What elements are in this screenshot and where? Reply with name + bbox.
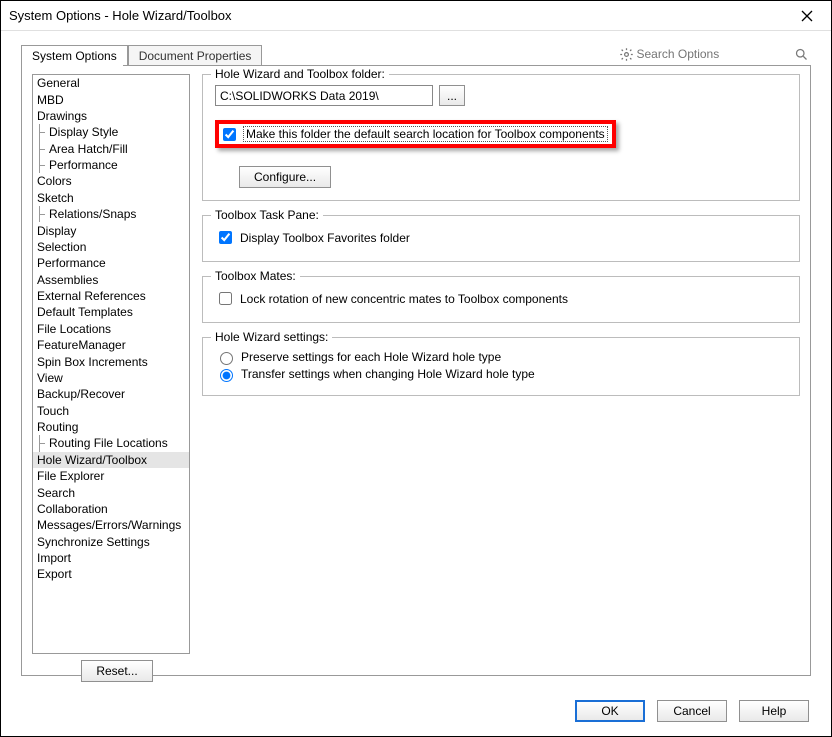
lock-rotation-label: Lock rotation of new concentric mates to… [240,292,568,306]
help-button[interactable]: Help [739,700,809,722]
toolbox-path-input[interactable] [215,85,433,106]
default-search-highlight: Make this folder the default search loca… [215,120,616,148]
close-button[interactable] [791,2,823,30]
sidebar-item[interactable]: Touch [33,403,189,419]
folder-group-legend: Hole Wizard and Toolbox folder: [211,67,389,81]
sidebar-item[interactable]: Performance [33,255,189,271]
tab-document-properties[interactable]: Document Properties [128,45,263,66]
sidebar-item[interactable]: Spin Box Increments [33,353,189,369]
sidebar-item[interactable]: File Explorer [33,468,189,484]
transfer-radio[interactable] [220,369,233,382]
folder-group: Hole Wizard and Toolbox folder: ... Make… [202,74,800,201]
client-area: System Options Document Properties Gener… [1,31,831,736]
tab-body: GeneralMBDDrawingsDisplay StyleArea Hatc… [21,66,811,676]
sidebar-item[interactable]: View [33,370,189,386]
sidebar-item[interactable]: Area Hatch/Fill [33,141,189,157]
preserve-radio[interactable] [220,352,233,365]
sidebar-item[interactable]: Synchronize Settings [33,534,189,550]
tab-system-options[interactable]: System Options [21,45,128,66]
mates-group: Toolbox Mates: Lock rotation of new conc… [202,276,800,323]
holewizard-group-legend: Hole Wizard settings: [211,330,332,344]
favorites-label: Display Toolbox Favorites folder [240,231,410,245]
search-icon [794,45,810,63]
sidebar-item[interactable]: Sketch [33,190,189,206]
sidebar-item[interactable]: Export [33,566,189,582]
ok-button[interactable]: OK [575,700,645,722]
sidebar-item[interactable]: Colors [33,173,189,189]
favorites-checkbox[interactable] [219,231,232,244]
search-box[interactable] [619,43,809,65]
transfer-label: Transfer settings when changing Hole Wiz… [241,367,535,381]
sidebar-item[interactable]: External References [33,288,189,304]
gear-icon [619,45,635,63]
dialog-footer: OK Cancel Help [575,700,809,722]
sidebar-item[interactable]: Selection [33,239,189,255]
taskpane-group: Toolbox Task Pane: Display Toolbox Favor… [202,215,800,262]
sidebar-item[interactable]: FeatureManager [33,337,189,353]
taskpane-group-legend: Toolbox Task Pane: [211,208,323,222]
sidebar-item[interactable]: Display [33,222,189,238]
search-input[interactable] [635,46,794,62]
default-search-label: Make this folder the default search loca… [243,126,608,142]
cancel-button[interactable]: Cancel [657,700,727,722]
default-search-checkbox[interactable] [223,128,236,141]
sidebar-item[interactable]: Import [33,550,189,566]
sidebar-item[interactable]: Default Templates [33,304,189,320]
preserve-label: Preserve settings for each Hole Wizard h… [241,350,501,364]
settings-content: Hole Wizard and Toolbox folder: ... Make… [202,74,800,667]
mates-group-legend: Toolbox Mates: [211,269,300,283]
sidebar-item[interactable]: MBD [33,91,189,107]
titlebar: System Options - Hole Wizard/Toolbox [1,1,831,31]
holewizard-group: Hole Wizard settings: Preserve settings … [202,337,800,396]
sidebar-item[interactable]: Messages/Errors/Warnings [33,517,189,533]
reset-button[interactable]: Reset... [81,660,152,682]
options-dialog: System Options - Hole Wizard/Toolbox Sys… [0,0,832,737]
sidebar-item[interactable]: Assemblies [33,272,189,288]
sidebar-item[interactable]: Drawings [33,108,189,124]
sidebar-column: GeneralMBDDrawingsDisplay StyleArea Hatc… [32,74,202,667]
sidebar-item[interactable]: Backup/Recover [33,386,189,402]
browse-button[interactable]: ... [439,85,465,106]
configure-button[interactable]: Configure... [239,166,331,188]
sidebar-item[interactable]: Hole Wizard/Toolbox [33,452,189,468]
window-title: System Options - Hole Wizard/Toolbox [9,8,791,23]
sidebar-item[interactable]: General [33,75,189,91]
lock-rotation-checkbox[interactable] [219,292,232,305]
category-tree[interactable]: GeneralMBDDrawingsDisplay StyleArea Hatc… [32,74,190,654]
sidebar-item[interactable]: Collaboration [33,501,189,517]
sidebar-item[interactable]: File Locations [33,321,189,337]
tab-border [21,65,811,66]
sidebar-item[interactable]: Relations/Snaps [33,206,189,222]
sidebar-item[interactable]: Routing File Locations [33,435,189,451]
sidebar-item[interactable]: Display Style [33,124,189,140]
sidebar-item[interactable]: Search [33,484,189,500]
sidebar-item[interactable]: Routing [33,419,189,435]
sidebar-item[interactable]: Performance [33,157,189,173]
